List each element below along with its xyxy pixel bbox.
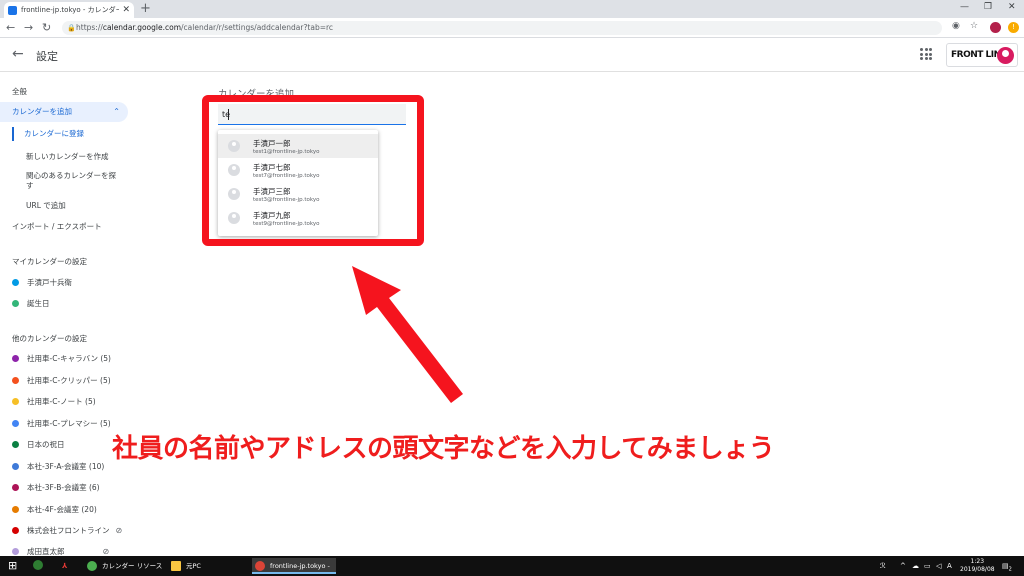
system-clock[interactable]: 1:23 2019/08/08: [960, 558, 995, 574]
app-green-icon[interactable]: [33, 556, 43, 576]
chrome-icon: [87, 561, 97, 571]
windows-taskbar: ⊞ ⅄ カレンダー リソース - 元PC frontline-jp.tokyo …: [0, 556, 1024, 576]
taskbar-app-calendar-resource[interactable]: カレンダー リソース -: [84, 558, 164, 574]
windows-start-icon[interactable]: ⊞: [8, 556, 17, 576]
onedrive-icon[interactable]: ☁: [912, 556, 919, 576]
network-icon[interactable]: ▭: [924, 556, 931, 576]
pdf-reader-icon[interactable]: ⅄: [62, 556, 67, 576]
taskbar-app-chrome-active[interactable]: frontline-jp.tokyo -: [252, 558, 336, 574]
volume-icon[interactable]: ◁: [936, 556, 941, 576]
notification-icon[interactable]: ▤2: [1002, 556, 1012, 576]
annotation-arrow-icon: [352, 266, 463, 403]
annotation-caption: 社員の名前やアドレスの頭文字などを入力してみましょう: [112, 434, 775, 464]
tray-chevron-icon[interactable]: ^: [900, 556, 906, 576]
people-icon[interactable]: ℛ: [880, 556, 886, 576]
ime-indicator[interactable]: A: [947, 556, 952, 576]
taskbar-app-explorer[interactable]: 元PC: [168, 558, 248, 574]
folder-icon: [171, 561, 181, 571]
chrome-icon: [255, 561, 265, 571]
